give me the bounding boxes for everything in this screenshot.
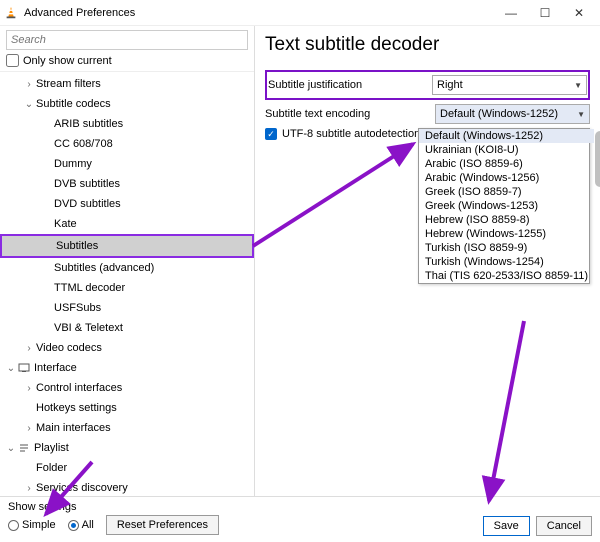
- show-settings-label: Show settings: [8, 501, 592, 513]
- chevron-right-icon: ›: [22, 423, 36, 434]
- tree-dvd[interactable]: DVD subtitles: [0, 194, 254, 214]
- justification-row: Subtitle justification Right ▼: [265, 70, 590, 100]
- tree-hotkeys[interactable]: Hotkeys settings: [0, 398, 254, 418]
- tree-dvb[interactable]: DVB subtitles: [0, 174, 254, 194]
- tree-control-if[interactable]: ›Control interfaces: [0, 378, 254, 398]
- search-input[interactable]: [6, 30, 248, 50]
- tree-main-if[interactable]: ›Main interfaces: [0, 418, 254, 438]
- tree-ttml[interactable]: TTML decoder: [0, 278, 254, 298]
- encoding-option[interactable]: Default (Windows-1252): [419, 129, 594, 143]
- sidebar: Only show current ›Stream filters ⌄Subti…: [0, 26, 255, 496]
- tree-kate[interactable]: Kate: [0, 214, 254, 234]
- encoding-label: Subtitle text encoding: [265, 108, 427, 120]
- simple-radio[interactable]: Simple: [8, 519, 56, 531]
- only-show-current-checkbox[interactable]: Only show current: [0, 52, 254, 72]
- window-title: Advanced Preferences: [24, 7, 494, 19]
- chevron-down-icon: ▼: [577, 110, 585, 119]
- tree-arib[interactable]: ARIB subtitles: [0, 114, 254, 134]
- preferences-tree[interactable]: ›Stream filters ⌄Subtitle codecs ARIB su…: [0, 72, 254, 496]
- encoding-option[interactable]: Greek (Windows-1253): [419, 199, 594, 213]
- tree-usf[interactable]: USFSubs: [0, 298, 254, 318]
- footer: Show settings Simple All Reset Preferenc…: [0, 496, 600, 542]
- tree-video-codecs[interactable]: ›Video codecs: [0, 338, 254, 358]
- encoding-option[interactable]: Greek (ISO 8859-7): [419, 185, 594, 199]
- chevron-down-icon: ⌄: [4, 443, 18, 454]
- settings-panel: Text subtitle decoder Subtitle justifica…: [255, 26, 600, 496]
- encoding-row: Subtitle text encoding Default (Windows-…: [265, 104, 590, 124]
- encoding-value: Default (Windows-1252): [440, 108, 558, 120]
- only-show-current-box[interactable]: [6, 54, 19, 67]
- tree-cc[interactable]: CC 608/708: [0, 134, 254, 154]
- tree-playlist[interactable]: ⌄Playlist: [0, 438, 254, 458]
- encoding-option[interactable]: Arabic (ISO 8859-6): [419, 157, 594, 171]
- chevron-down-icon: ⌄: [22, 99, 36, 110]
- cancel-button[interactable]: Cancel: [536, 516, 592, 536]
- justification-select[interactable]: Right ▼: [432, 75, 587, 95]
- encoding-option[interactable]: Hebrew (Windows-1255): [419, 227, 594, 241]
- tree-subtitle-codecs[interactable]: ⌄Subtitle codecs: [0, 94, 254, 114]
- encoding-dropdown[interactable]: Default (Windows-1252) Ukrainian (KOI8-U…: [418, 128, 590, 284]
- encoding-option[interactable]: Thai (TIS 620-2533/ISO 8859-11): [419, 269, 594, 283]
- interface-icon: [18, 362, 30, 374]
- check-icon: ✓: [265, 128, 277, 140]
- encoding-select[interactable]: Default (Windows-1252) ▼: [435, 104, 590, 124]
- save-button[interactable]: Save: [483, 516, 530, 536]
- encoding-option[interactable]: Arabic (Windows-1256): [419, 171, 594, 185]
- tree-dummy[interactable]: Dummy: [0, 154, 254, 174]
- encoding-option[interactable]: Turkish (ISO 8859-9): [419, 241, 594, 255]
- all-radio[interactable]: All: [68, 519, 94, 531]
- chevron-right-icon: ›: [22, 343, 36, 354]
- chevron-down-icon: ▼: [574, 81, 582, 90]
- chevron-right-icon: ›: [22, 483, 36, 494]
- close-button[interactable]: ✕: [562, 0, 596, 26]
- tree-services[interactable]: ›Services discovery: [0, 478, 254, 496]
- encoding-option[interactable]: Ukrainian (KOI8-U): [419, 143, 594, 157]
- vlc-cone-icon: [4, 6, 18, 20]
- chevron-right-icon: ›: [22, 79, 36, 90]
- chevron-right-icon: ›: [22, 383, 36, 394]
- playlist-icon: [18, 442, 30, 454]
- chevron-down-icon: ⌄: [4, 363, 18, 374]
- maximize-button[interactable]: ☐: [528, 0, 562, 26]
- tree-vbi[interactable]: VBI & Teletext: [0, 318, 254, 338]
- tree-subtitles[interactable]: Subtitles: [0, 234, 254, 258]
- encoding-option[interactable]: Hebrew (ISO 8859-8): [419, 213, 594, 227]
- reset-button[interactable]: Reset Preferences: [106, 515, 219, 535]
- justification-label: Subtitle justification: [268, 79, 424, 91]
- tree-interface[interactable]: ⌄Interface: [0, 358, 254, 378]
- tree-stream-filters[interactable]: ›Stream filters: [0, 74, 254, 94]
- minimize-button[interactable]: —: [494, 0, 528, 26]
- page-title: Text subtitle decoder: [265, 34, 590, 56]
- tree-subtitles-adv[interactable]: Subtitles (advanced): [0, 258, 254, 278]
- encoding-option[interactable]: Turkish (Windows-1254): [419, 255, 594, 269]
- utf8-label: UTF-8 subtitle autodetection: [282, 128, 420, 140]
- titlebar: Advanced Preferences — ☐ ✕: [0, 0, 600, 26]
- justification-value: Right: [437, 79, 463, 91]
- tree-folder[interactable]: Folder: [0, 458, 254, 478]
- only-show-current-label: Only show current: [23, 55, 112, 67]
